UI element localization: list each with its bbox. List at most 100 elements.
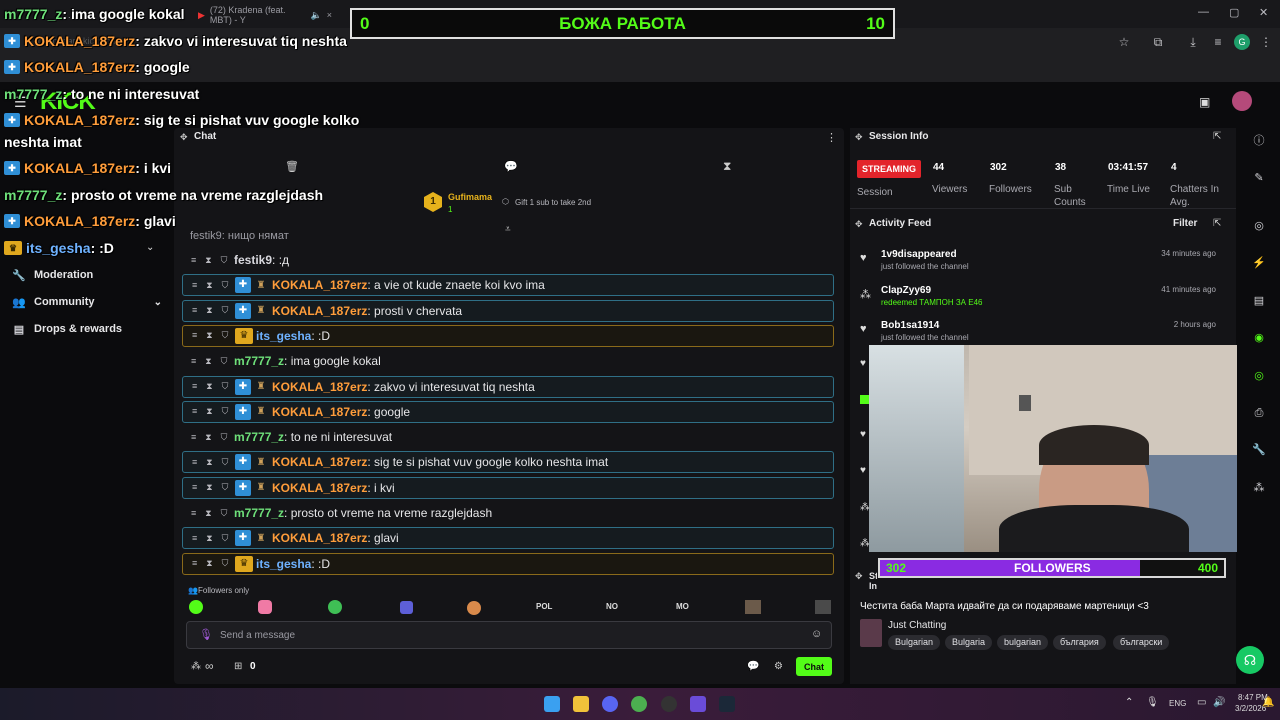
- delete-icon[interactable]: ≡: [192, 558, 197, 569]
- delete-icon[interactable]: ≡: [192, 406, 197, 417]
- feed-username[interactable]: 1v9disappeared: [881, 249, 957, 260]
- obs-icon[interactable]: [661, 696, 677, 712]
- emote-peach-icon[interactable]: [467, 601, 481, 615]
- ban-icon[interactable]: ⛉: [222, 305, 229, 316]
- emote-pink-icon[interactable]: [258, 600, 272, 614]
- delete-icon[interactable]: ≡: [191, 356, 196, 367]
- microphone-icon[interactable]: 🎙: [199, 628, 213, 641]
- chat-message-row[interactable]: ≡ ⧗ ⛉ ✚ ♜ KOKALA_187erz: zakvo vi interesuvat…: [182, 375, 834, 398]
- chat-username[interactable]: m7777_z: [234, 354, 284, 368]
- timeout-icon[interactable]: ⧗: [206, 558, 212, 569]
- app-grid-icon[interactable]: [690, 696, 706, 712]
- top-gifter-name[interactable]: Gufimama: [448, 192, 492, 202]
- delete-icon[interactable]: ≡: [192, 280, 197, 291]
- hourglass-icon[interactable]: ⧗: [723, 159, 731, 174]
- clipboard-icon[interactable]: ▤: [1250, 292, 1268, 310]
- chat-message-row[interactable]: ≡ ⧗ ⛉ festik9: :д: [182, 249, 834, 271]
- window-minimize-button[interactable]: —: [1198, 6, 1209, 18]
- emote-purple-icon[interactable]: [400, 601, 413, 614]
- wrench-icon[interactable]: 🔧: [1250, 441, 1268, 459]
- file-explorer-icon[interactable]: [573, 696, 589, 712]
- chrome-icon[interactable]: [631, 696, 647, 712]
- trash-icon[interactable]: 🗑: [285, 160, 299, 173]
- chat-icon[interactable]: ◉: [1250, 329, 1268, 347]
- chat-bubble-icon[interactable]: 💬: [504, 160, 518, 173]
- feed-username[interactable]: Bob1sa1914: [881, 320, 939, 331]
- activity-feed-item[interactable]: ♥ 1v9disappeared just followed the channel…: [858, 249, 1226, 281]
- chat-message-row[interactable]: ≡ ⧗ ⛉ ♛ its_gesha: :D: [182, 324, 834, 347]
- support-chat-icon[interactable]: ☊: [1236, 646, 1264, 674]
- timeout-icon[interactable]: ⧗: [205, 356, 211, 367]
- profile-avatar-icon[interactable]: G: [1234, 34, 1250, 50]
- chat-message-row[interactable]: ≡ ⧗ ⛉ m7777_z: prosto ot vreme na vreme raz…: [182, 502, 834, 524]
- notification-bell-icon[interactable]: 🔔: [1262, 697, 1274, 708]
- chat-message-row[interactable]: ≡ ⧗ ⛉ ✚ ♜ KOKALA_187erz: google: [182, 400, 834, 423]
- category-thumbnail[interactable]: [860, 619, 882, 647]
- window-close-button[interactable]: ✕: [1259, 6, 1268, 19]
- info-icon[interactable]: ⓘ: [1250, 132, 1268, 150]
- timeout-icon[interactable]: ⧗: [206, 280, 212, 291]
- lightning-icon[interactable]: ⚡: [1250, 254, 1268, 272]
- delete-icon[interactable]: ≡: [192, 330, 197, 341]
- pencil-icon[interactable]: ✎: [1250, 169, 1268, 187]
- windows-start-icon[interactable]: [544, 696, 560, 712]
- camera-icon[interactable]: ◎: [1250, 217, 1268, 235]
- feed-drag-icon[interactable]: ✥: [855, 219, 863, 230]
- delete-icon[interactable]: ≡: [191, 255, 196, 266]
- chat-menu-icon[interactable]: ⋮: [826, 131, 837, 144]
- chat-username[interactable]: KOKALA_187erz: [272, 304, 367, 318]
- emote-mo[interactable]: MO: [676, 602, 689, 611]
- chat-username[interactable]: KOKALA_187erz: [272, 405, 367, 419]
- broadcast-icon[interactable]: ◎: [1250, 367, 1268, 385]
- chat-message-row[interactable]: ≡ ⧗ ⛉ ✚ ♜ KOKALA_187erz: i kvi: [182, 476, 834, 499]
- user-avatar[interactable]: [1232, 91, 1252, 111]
- ban-icon[interactable]: ⛉: [222, 381, 229, 392]
- chat-username[interactable]: m7777_z: [234, 430, 284, 444]
- network-icon[interactable]: ▭: [1197, 697, 1206, 708]
- ban-icon[interactable]: ⛉: [221, 508, 228, 519]
- ban-icon[interactable]: ⛉: [221, 432, 228, 443]
- activity-feed-item[interactable]: ⁂ ClapZyy69 redeemed ТАМПОН ЗА E46 41 minut…: [858, 285, 1226, 317]
- stream-manager-icon[interactable]: ▣: [1199, 95, 1210, 109]
- volume-icon[interactable]: 🔊: [1213, 697, 1225, 708]
- filter-button[interactable]: Filter: [1173, 218, 1197, 229]
- printer-icon[interactable]: ⎙: [1250, 404, 1268, 422]
- emote-frog-icon[interactable]: [328, 600, 342, 614]
- chat-username[interactable]: its_gesha: [256, 329, 311, 343]
- chat-username[interactable]: KOKALA_187erz: [272, 278, 367, 292]
- timeout-icon[interactable]: ⧗: [206, 482, 212, 493]
- stream-tag[interactable]: българия: [1053, 635, 1106, 650]
- ban-icon[interactable]: ⛉: [221, 255, 228, 266]
- timeout-icon[interactable]: ⧗: [206, 457, 212, 468]
- timeout-icon[interactable]: ⧗: [206, 533, 212, 544]
- nav-community[interactable]: 👥 Community ⌄: [12, 291, 162, 313]
- chat-username[interactable]: KOKALA_187erz: [272, 481, 367, 495]
- chat-username[interactable]: m7777_z: [234, 506, 284, 520]
- ban-icon[interactable]: ⛉: [222, 533, 229, 544]
- chat-username[interactable]: festik9: [234, 253, 272, 267]
- extensions-icon[interactable]: ⧉: [1150, 34, 1166, 50]
- tab-close-button[interactable]: ×: [327, 10, 332, 20]
- chat-username[interactable]: KOKALA_187erz: [272, 380, 367, 394]
- delete-icon[interactable]: ≡: [192, 533, 197, 544]
- chat-message-row[interactable]: ≡ ⧗ ⛉ ♛ its_gesha: :D: [182, 552, 834, 575]
- delete-icon[interactable]: ≡: [192, 381, 197, 392]
- timeout-icon[interactable]: ⧗: [205, 255, 211, 266]
- ban-icon[interactable]: ⛉: [222, 406, 229, 417]
- delete-icon[interactable]: ≡: [191, 432, 196, 443]
- stream-info-drag-icon[interactable]: ✥: [855, 571, 863, 582]
- category-name[interactable]: Just Chatting: [888, 620, 946, 631]
- tab-youtube[interactable]: ▶ (72) Kradena (feat. MBT) - Y 🔈 ×: [190, 4, 340, 26]
- timeout-icon[interactable]: ⧗: [206, 406, 212, 417]
- ban-icon[interactable]: ⛉: [222, 482, 229, 493]
- chat-message-row[interactable]: ≡ ⧗ ⛉ ✚ ♜ KOKALA_187erz: sig te si pishat vuv…: [182, 451, 834, 474]
- chat-message-row[interactable]: ≡ ⧗ ⛉ ✚ ♜ KOKALA_187erz: a vie ot kude znaete…: [182, 274, 834, 297]
- playlist-icon[interactable]: ≡: [1210, 34, 1226, 50]
- chevron-up-icon[interactable]: ⌃: [1125, 697, 1133, 708]
- emote-photo-icon[interactable]: [745, 600, 761, 614]
- stream-tag[interactable]: Bulgarian: [888, 635, 941, 650]
- timeout-icon[interactable]: ⧗: [206, 305, 212, 316]
- timeout-icon[interactable]: ⧗: [205, 432, 211, 443]
- chat-username[interactable]: its_gesha: [256, 557, 311, 571]
- delete-icon[interactable]: ≡: [192, 482, 197, 493]
